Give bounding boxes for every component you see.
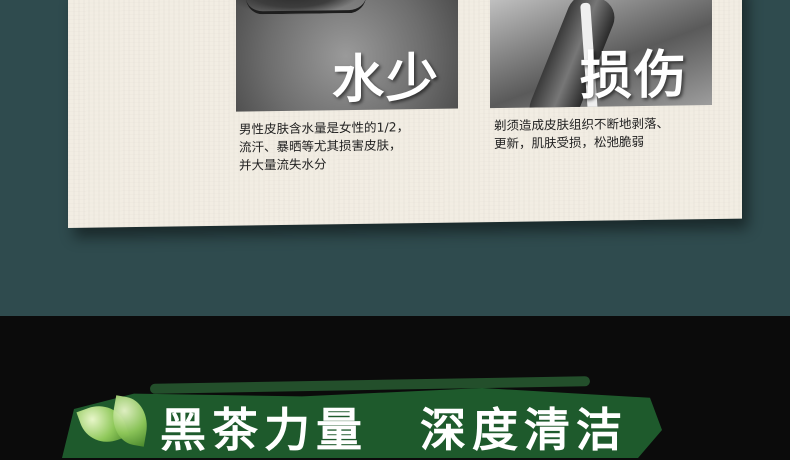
caption-damage: 剃须造成皮肤组织不断地剥落、 更新，肌肤受损，松弛脆弱 <box>494 114 724 153</box>
panel-title-water: 水少 <box>332 48 441 111</box>
paper-card: 水少 男性皮肤含水量是女性的1/2， 流汗、暴晒等尤其损害皮肤， 并大量流失水分… <box>68 0 742 228</box>
top-section: 水少 男性皮肤含水量是女性的1/2， 流汗、暴晒等尤其损害皮肤， 并大量流失水分… <box>0 0 790 316</box>
razor-photo: 损伤 <box>490 0 712 109</box>
caption-line: 并大量流失水分 <box>239 156 327 173</box>
slogan-deep-clean: 深度清洁 <box>420 403 628 457</box>
eyelash-shape <box>246 0 366 15</box>
caption-water: 男性皮肤含水量是女性的1/2， 流汗、暴晒等尤其损害皮肤， 并大量流失水分 <box>239 117 469 174</box>
slogan-black-tea-power: 黑茶力量 <box>160 403 368 457</box>
eye-closeup-photo: 水少 <box>236 0 458 112</box>
caption-line: 更新，肌肤受损，松弛脆弱 <box>494 133 645 152</box>
panel-title-damage: 损伤 <box>580 45 689 107</box>
